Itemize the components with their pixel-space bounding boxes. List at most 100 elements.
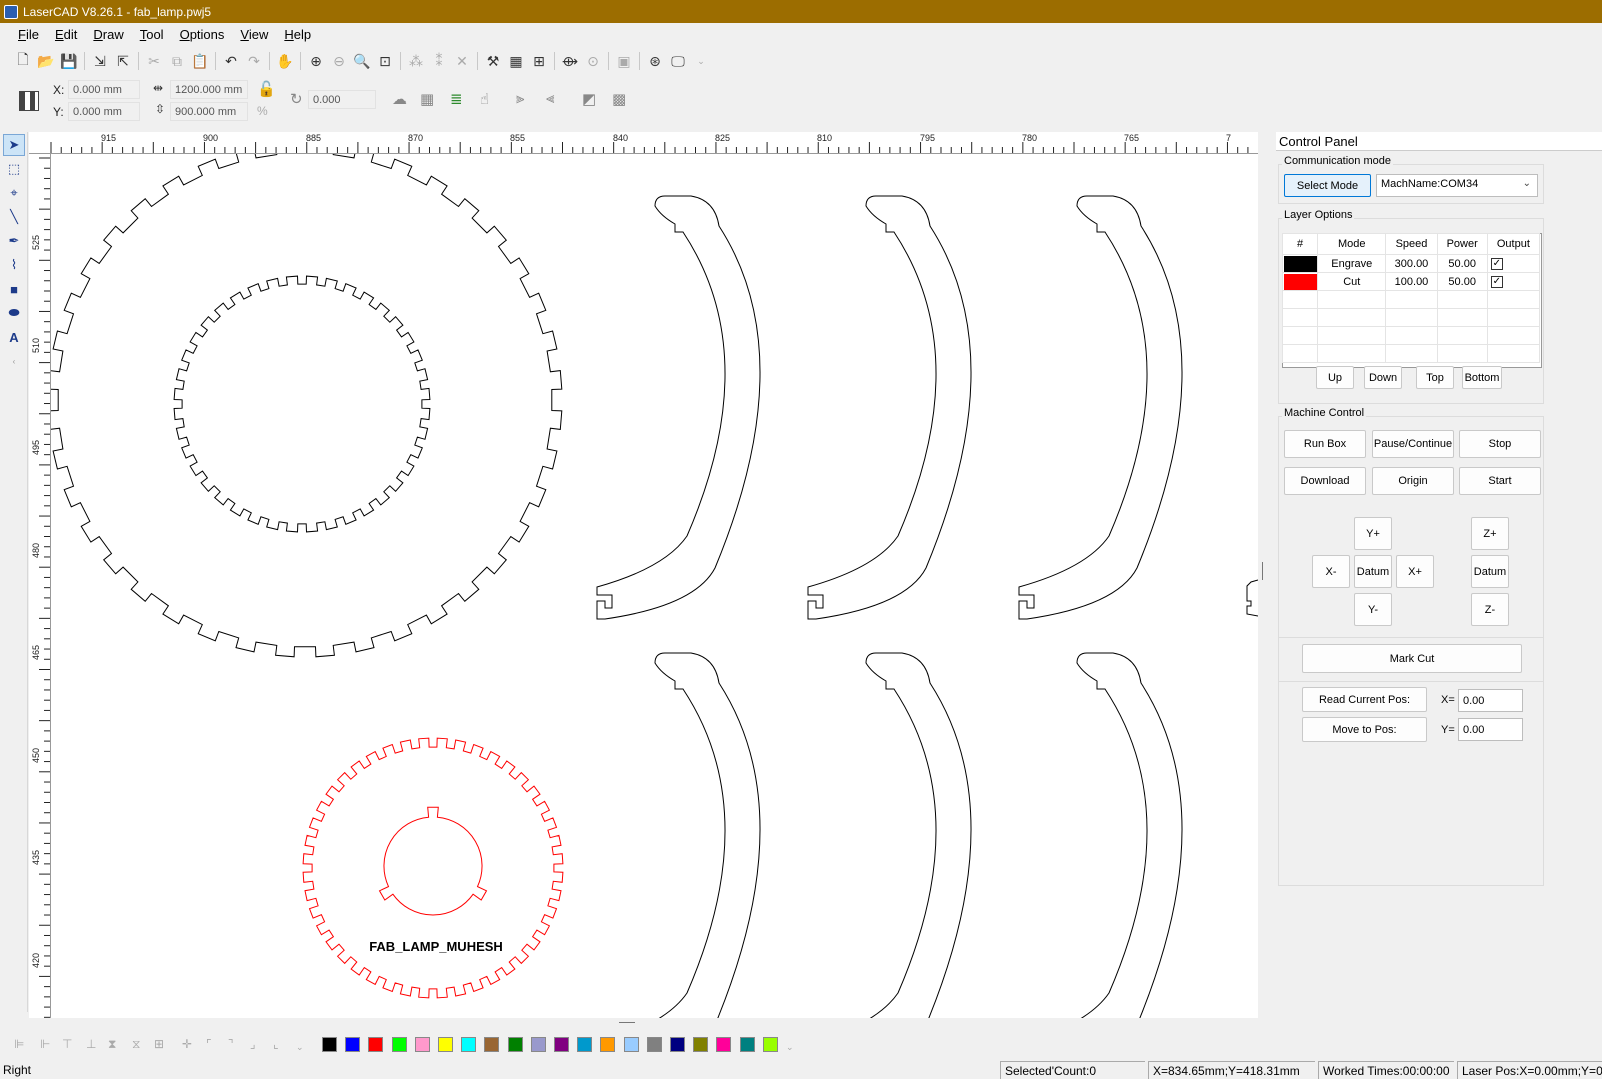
mirror-horizontal-icon[interactable]: ⫸ [516, 90, 524, 107]
array-icon[interactable]: ▦ [505, 50, 527, 72]
ellipse-tool-icon[interactable]: ⬬ [3, 302, 25, 324]
pattern-fill-icon[interactable]: ▩ [612, 90, 626, 108]
layers-icon[interactable]: ≣ [450, 90, 463, 108]
align-left-icon[interactable]: ⊫ [14, 1037, 24, 1051]
layer-top-button[interactable]: Top [1416, 366, 1454, 389]
transform-icon[interactable]: ◩ [582, 90, 596, 108]
select-mode-button[interactable]: Select Mode [1284, 174, 1371, 197]
layer-power[interactable]: 50.00 [1436, 272, 1488, 291]
inner-gear-shape[interactable] [173, 275, 431, 533]
export-icon[interactable]: ⇱ [112, 50, 134, 72]
palette-more-icon[interactable]: ⌄ [786, 1042, 794, 1053]
move-bottom-left-icon[interactable]: ⌞ [273, 1037, 279, 1051]
layer-output-checkbox[interactable]: ✓ [1490, 276, 1503, 288]
arc-piece-shape[interactable] [1019, 652, 1183, 1018]
align-vcenter-icon[interactable]: ⧗ [108, 1037, 116, 1052]
partial-arc-piece-shape[interactable] [1246, 579, 1258, 617]
palette-swatch[interactable] [670, 1037, 685, 1052]
rotate-angle-field[interactable] [308, 90, 376, 109]
palette-swatch[interactable] [600, 1037, 616, 1052]
move-bottom-right-icon[interactable]: ⌟ [250, 1037, 256, 1051]
mark-cut-button[interactable]: Mark Cut [1302, 644, 1522, 673]
align-top-icon[interactable]: ⊤ [62, 1037, 72, 1051]
menu-tool[interactable]: Tool [132, 25, 172, 44]
layer-mode[interactable]: Engrave [1317, 254, 1387, 273]
lock-ratio-icon[interactable]: 🔓 [257, 80, 276, 98]
palette-swatch[interactable] [391, 1037, 407, 1052]
layer-color-cell[interactable] [1281, 254, 1319, 273]
jog-z-plus-button[interactable]: Z+ [1471, 517, 1509, 550]
palette-swatch[interactable] [716, 1037, 732, 1052]
redo-icon[interactable]: ↷ [243, 50, 265, 72]
more-icon[interactable]: ⌄ [296, 1042, 304, 1053]
layer-up-button[interactable]: Up [1316, 366, 1354, 389]
palette-swatch[interactable] [414, 1037, 430, 1052]
simulate-icon[interactable]: ▣ [613, 50, 635, 72]
align-bottom-icon[interactable]: ⊥ [86, 1037, 96, 1051]
zoom-in-icon[interactable]: ⊕ [305, 50, 327, 72]
path-optimize-icon[interactable]: ⟴ [559, 50, 581, 72]
target-icon[interactable]: ⊛ [644, 50, 666, 72]
copy-icon[interactable]: ⧉ [166, 50, 188, 72]
layer-output-cell[interactable]: ✓ [1486, 272, 1541, 291]
node-select-icon[interactable]: ⬚ [3, 158, 25, 180]
reference-point-icon[interactable] [19, 91, 39, 111]
import-icon[interactable]: ⇲ [89, 50, 111, 72]
pan-hand-icon[interactable]: ✋ [274, 50, 296, 72]
layer-mode[interactable]: Cut [1317, 272, 1387, 291]
move-to-pos-button[interactable]: Move to Pos: [1302, 717, 1427, 742]
grid-array-icon[interactable]: ▦ [420, 90, 434, 108]
text-tool-icon[interactable]: A [3, 326, 25, 348]
palette-swatch[interactable] [646, 1037, 662, 1052]
layer-speed[interactable]: 300.00 [1385, 254, 1438, 273]
layer-down-button[interactable]: Down [1364, 366, 1402, 389]
red-hub-shape[interactable] [378, 806, 488, 916]
layer-speed[interactable]: 100.00 [1385, 272, 1438, 291]
horizontal-splitter[interactable] [29, 1018, 1258, 1026]
arc-piece-shape[interactable] [807, 195, 972, 620]
palette-swatch[interactable] [461, 1037, 477, 1052]
move-top-left-icon[interactable]: ⌜ [206, 1037, 212, 1051]
save-icon[interactable]: 💾 [58, 50, 80, 72]
menu-edit[interactable]: Edit [47, 25, 85, 44]
paste-icon[interactable]: 📋 [189, 50, 211, 72]
undo-icon[interactable]: ↶ [220, 50, 242, 72]
line-tool-icon[interactable]: ╲ [3, 206, 25, 228]
align-center-icon[interactable]: ⊞ [154, 1037, 164, 1051]
width-field[interactable] [170, 80, 248, 99]
layer-row[interactable]: Cut 100.00 50.00 ✓ [1281, 272, 1541, 291]
palette-swatch[interactable] [739, 1037, 755, 1052]
open-folder-icon[interactable]: 📂 [35, 50, 57, 72]
datum-xy-button[interactable]: Datum [1354, 555, 1392, 588]
jog-y-minus-button[interactable]: Y- [1354, 593, 1392, 626]
palette-swatch[interactable] [507, 1037, 523, 1052]
palette-swatch[interactable] [693, 1037, 709, 1052]
layer-color-cell[interactable] [1281, 272, 1319, 291]
x-pos-input[interactable] [1458, 689, 1523, 712]
layer-output-cell[interactable]: ✓ [1486, 254, 1541, 273]
palette-swatch[interactable] [577, 1037, 593, 1052]
new-file-icon[interactable]: 🗋 [12, 50, 34, 72]
y-pos-input[interactable] [1458, 718, 1523, 741]
ungroup-icon[interactable]: ⁑ [428, 50, 450, 72]
palette-swatch[interactable] [530, 1037, 546, 1052]
menu-options[interactable]: Options [172, 25, 233, 44]
x-position-field[interactable] [68, 80, 140, 99]
engrave-text[interactable]: FAB_LAMP_MUHESH [369, 939, 503, 954]
cloud-icon[interactable]: ☁ [392, 90, 407, 108]
jog-z-minus-button[interactable]: Z- [1471, 593, 1509, 626]
menu-help[interactable]: Help [276, 25, 319, 44]
palette-swatch[interactable] [345, 1037, 361, 1052]
group-icon[interactable]: ⁂ [405, 50, 427, 72]
layer-output-checkbox[interactable]: ✓ [1490, 258, 1503, 270]
stop-button[interactable]: Stop [1459, 430, 1541, 458]
read-current-pos-button[interactable]: Read Current Pos: [1302, 687, 1427, 712]
vertical-splitter[interactable] [1258, 132, 1266, 1012]
collapse-arrow-icon[interactable]: ‹ [3, 350, 25, 372]
align-hcenter-icon[interactable]: ⧖ [132, 1037, 140, 1052]
jog-x-plus-button[interactable]: X+ [1396, 555, 1434, 588]
pause-continue-button[interactable]: Pause/Continue [1372, 430, 1454, 458]
move-to-center-icon[interactable]: ✛ [182, 1037, 192, 1051]
menu-draw[interactable]: Draw [85, 25, 131, 44]
drawing-canvas[interactable]: FAB_LAMP_MUHESH [51, 154, 1258, 1018]
